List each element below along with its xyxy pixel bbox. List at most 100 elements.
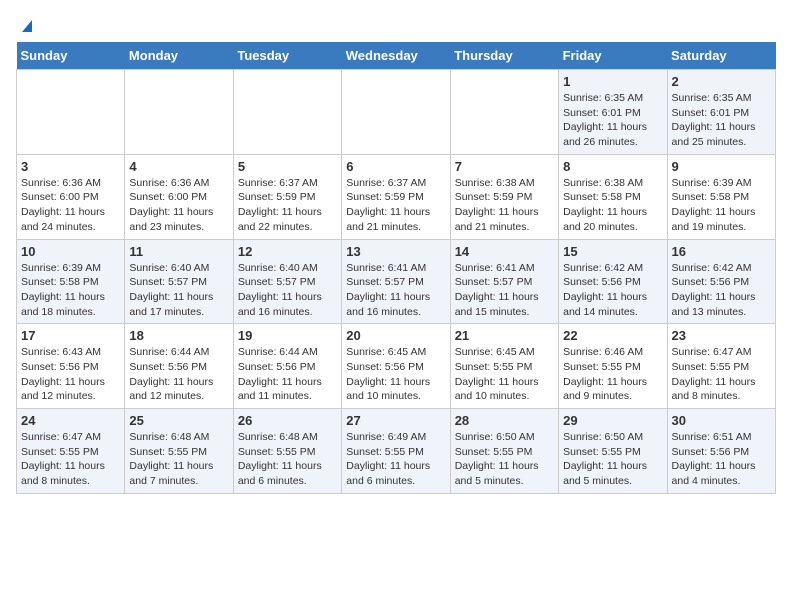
calendar-table: SundayMondayTuesdayWednesdayThursdayFrid… (16, 42, 776, 494)
calendar-cell: 6 Sunrise: 6:37 AM Sunset: 5:59 PM Daylig… (342, 154, 450, 239)
day-number: 5 (238, 159, 337, 174)
day-number: 6 (346, 159, 445, 174)
day-info: Sunrise: 6:51 AM Sunset: 5:56 PM Dayligh… (672, 430, 771, 489)
day-info: Sunrise: 6:43 AM Sunset: 5:56 PM Dayligh… (21, 345, 120, 404)
calendar-cell (450, 70, 558, 155)
day-number: 18 (129, 328, 228, 343)
day-number: 19 (238, 328, 337, 343)
day-number: 24 (21, 413, 120, 428)
day-number: 25 (129, 413, 228, 428)
logo-triangle-icon (18, 16, 36, 34)
day-info: Sunrise: 6:48 AM Sunset: 5:55 PM Dayligh… (129, 430, 228, 489)
calendar-cell: 5 Sunrise: 6:37 AM Sunset: 5:59 PM Daylig… (233, 154, 341, 239)
day-info: Sunrise: 6:46 AM Sunset: 5:55 PM Dayligh… (563, 345, 662, 404)
calendar-cell (17, 70, 125, 155)
day-info: Sunrise: 6:41 AM Sunset: 5:57 PM Dayligh… (455, 261, 554, 320)
calendar-cell (233, 70, 341, 155)
calendar-header-tuesday: Tuesday (233, 42, 341, 70)
day-info: Sunrise: 6:38 AM Sunset: 5:59 PM Dayligh… (455, 176, 554, 235)
day-number: 26 (238, 413, 337, 428)
day-number: 28 (455, 413, 554, 428)
calendar-cell: 24Sunrise: 6:47 AM Sunset: 5:55 PM Dayli… (17, 409, 125, 494)
day-number: 7 (455, 159, 554, 174)
day-info: Sunrise: 6:45 AM Sunset: 5:55 PM Dayligh… (455, 345, 554, 404)
day-info: Sunrise: 6:35 AM Sunset: 6:01 PM Dayligh… (672, 91, 771, 150)
day-info: Sunrise: 6:50 AM Sunset: 5:55 PM Dayligh… (563, 430, 662, 489)
day-info: Sunrise: 6:44 AM Sunset: 5:56 PM Dayligh… (129, 345, 228, 404)
day-info: Sunrise: 6:41 AM Sunset: 5:57 PM Dayligh… (346, 261, 445, 320)
calendar-cell: 7 Sunrise: 6:38 AM Sunset: 5:59 PM Daylig… (450, 154, 558, 239)
day-number: 15 (563, 244, 662, 259)
day-info: Sunrise: 6:36 AM Sunset: 6:00 PM Dayligh… (21, 176, 120, 235)
calendar-header: SundayMondayTuesdayWednesdayThursdayFrid… (17, 42, 776, 70)
calendar-header-wednesday: Wednesday (342, 42, 450, 70)
calendar-cell: 25 Sunrise: 6:48 AM Sunset: 5:55 PM Dayli… (125, 409, 233, 494)
calendar-cell: 16 Sunrise: 6:42 AM Sunset: 5:56 PM Dayli… (667, 239, 775, 324)
day-info: Sunrise: 6:47 AM Sunset: 5:55 PM Dayligh… (672, 345, 771, 404)
calendar-cell: 22 Sunrise: 6:46 AM Sunset: 5:55 PM Dayli… (559, 324, 667, 409)
day-info: Sunrise: 6:37 AM Sunset: 5:59 PM Dayligh… (346, 176, 445, 235)
calendar-cell: 17 Sunrise: 6:43 AM Sunset: 5:56 PM Dayli… (17, 324, 125, 409)
day-number: 13 (346, 244, 445, 259)
calendar-cell: 26 Sunrise: 6:48 AM Sunset: 5:55 PM Dayli… (233, 409, 341, 494)
day-info: Sunrise: 6:38 AM Sunset: 5:58 PM Dayligh… (563, 176, 662, 235)
calendar-cell: 14 Sunrise: 6:41 AM Sunset: 5:57 PM Dayli… (450, 239, 558, 324)
day-number: 9 (672, 159, 771, 174)
calendar-cell: 28 Sunrise: 6:50 AM Sunset: 5:55 PM Dayli… (450, 409, 558, 494)
calendar-cell: 23 Sunrise: 6:47 AM Sunset: 5:55 PM Dayli… (667, 324, 775, 409)
day-info: Sunrise: 6:39 AM Sunset: 5:58 PM Dayligh… (21, 261, 120, 320)
day-info: Sunrise: 6:42 AM Sunset: 5:56 PM Dayligh… (563, 261, 662, 320)
calendar-cell: 11 Sunrise: 6:40 AM Sunset: 5:57 PM Dayli… (125, 239, 233, 324)
day-number: 20 (346, 328, 445, 343)
calendar-cell: 4Sunrise: 6:36 AM Sunset: 6:00 PM Daylig… (125, 154, 233, 239)
day-number: 10 (21, 244, 120, 259)
calendar-cell: 13 Sunrise: 6:41 AM Sunset: 5:57 PM Dayli… (342, 239, 450, 324)
calendar-body: 1 Sunrise: 6:35 AM Sunset: 6:01 PM Daylig… (17, 70, 776, 494)
calendar-cell: 8 Sunrise: 6:38 AM Sunset: 5:58 PM Daylig… (559, 154, 667, 239)
calendar-cell: 19Sunrise: 6:44 AM Sunset: 5:56 PM Dayli… (233, 324, 341, 409)
calendar-cell: 3Sunrise: 6:36 AM Sunset: 6:00 PM Daylig… (17, 154, 125, 239)
day-number: 4 (129, 159, 228, 174)
day-info: Sunrise: 6:40 AM Sunset: 5:57 PM Dayligh… (238, 261, 337, 320)
day-number: 11 (129, 244, 228, 259)
day-number: 2 (672, 74, 771, 89)
day-number: 27 (346, 413, 445, 428)
calendar-header-sunday: Sunday (17, 42, 125, 70)
calendar-cell: 15 Sunrise: 6:42 AM Sunset: 5:56 PM Dayli… (559, 239, 667, 324)
day-info: Sunrise: 6:48 AM Sunset: 5:55 PM Dayligh… (238, 430, 337, 489)
calendar-cell: 27 Sunrise: 6:49 AM Sunset: 5:55 PM Dayli… (342, 409, 450, 494)
day-info: Sunrise: 6:37 AM Sunset: 5:59 PM Dayligh… (238, 176, 337, 235)
day-info: Sunrise: 6:45 AM Sunset: 5:56 PM Dayligh… (346, 345, 445, 404)
calendar-cell: 18 Sunrise: 6:44 AM Sunset: 5:56 PM Dayli… (125, 324, 233, 409)
day-number: 29 (563, 413, 662, 428)
day-number: 30 (672, 413, 771, 428)
calendar-cell: 2 Sunrise: 6:35 AM Sunset: 6:01 PM Daylig… (667, 70, 775, 155)
day-info: Sunrise: 6:39 AM Sunset: 5:58 PM Dayligh… (672, 176, 771, 235)
day-number: 23 (672, 328, 771, 343)
calendar-cell: 9 Sunrise: 6:39 AM Sunset: 5:58 PM Daylig… (667, 154, 775, 239)
day-info: Sunrise: 6:42 AM Sunset: 5:56 PM Dayligh… (672, 261, 771, 320)
calendar-cell: 12 Sunrise: 6:40 AM Sunset: 5:57 PM Dayli… (233, 239, 341, 324)
calendar-cell: 20 Sunrise: 6:45 AM Sunset: 5:56 PM Dayli… (342, 324, 450, 409)
day-info: Sunrise: 6:49 AM Sunset: 5:55 PM Dayligh… (346, 430, 445, 489)
day-number: 1 (563, 74, 662, 89)
day-number: 21 (455, 328, 554, 343)
calendar-header-monday: Monday (125, 42, 233, 70)
calendar-cell (342, 70, 450, 155)
calendar-cell (125, 70, 233, 155)
page-header (16, 16, 776, 34)
day-info: Sunrise: 6:50 AM Sunset: 5:55 PM Dayligh… (455, 430, 554, 489)
day-number: 22 (563, 328, 662, 343)
day-number: 12 (238, 244, 337, 259)
calendar-cell: 30 Sunrise: 6:51 AM Sunset: 5:56 PM Dayli… (667, 409, 775, 494)
logo (16, 16, 36, 34)
calendar-cell: 1Sunrise: 6:35 AM Sunset: 6:01 PM Daylig… (559, 70, 667, 155)
calendar-cell: 10 Sunrise: 6:39 AM Sunset: 5:58 PM Dayli… (17, 239, 125, 324)
day-number: 14 (455, 244, 554, 259)
calendar-header-thursday: Thursday (450, 42, 558, 70)
calendar-cell: 29 Sunrise: 6:50 AM Sunset: 5:55 PM Dayli… (559, 409, 667, 494)
day-number: 17 (21, 328, 120, 343)
day-number: 8 (563, 159, 662, 174)
day-number: 16 (672, 244, 771, 259)
day-info: Sunrise: 6:40 AM Sunset: 5:57 PM Dayligh… (129, 261, 228, 320)
